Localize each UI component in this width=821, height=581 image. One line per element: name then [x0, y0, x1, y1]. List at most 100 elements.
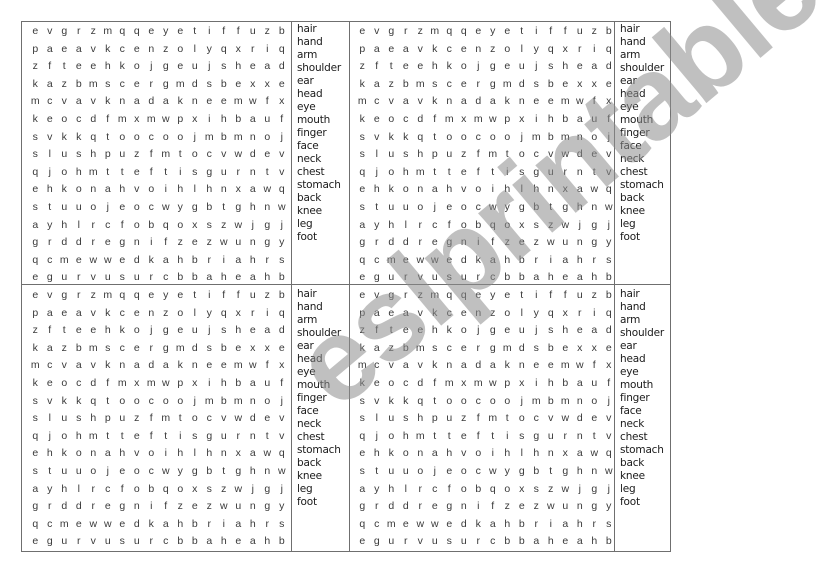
grid-letter: q [359, 165, 366, 178]
grid-letter: l [375, 412, 378, 425]
grid-letter: h [119, 183, 126, 196]
grid-letter: r [91, 218, 96, 231]
word-list-item: ear [297, 340, 314, 352]
grid-letter: e [388, 306, 395, 319]
grid-letter: b [504, 535, 511, 548]
grid-letter: i [477, 500, 480, 513]
grid-letter: r [77, 271, 81, 284]
grid-letter: h [61, 218, 68, 231]
grid-letter: u [119, 148, 126, 161]
grid-letter: r [418, 236, 423, 249]
grid-letter: a [460, 359, 467, 372]
grid-letter: h [547, 113, 554, 125]
grid-letter: c [148, 465, 154, 477]
grid-letter: x [250, 77, 256, 90]
grid-letter: e [133, 165, 140, 178]
grid-letter: h [46, 183, 53, 196]
grid-letter: a [46, 306, 53, 319]
grid-letter: d [576, 412, 583, 425]
grid-letter: u [235, 500, 242, 513]
grid-letter: k [359, 377, 365, 389]
word-list-item: arm [297, 314, 318, 326]
grid-letter: k [388, 130, 394, 143]
grid-letter: u [61, 535, 68, 548]
grid-letter: a [402, 306, 409, 319]
grid-letter: h [591, 535, 598, 548]
grid-letter: c [148, 201, 154, 213]
grid-letter: o [417, 465, 424, 477]
grid-letter: u [388, 271, 395, 284]
grid-letter: c [374, 359, 380, 372]
grid-letter: b [148, 218, 155, 231]
grid-letter: v [606, 165, 612, 178]
grid-letter: b [278, 271, 285, 284]
grid-letter: s [606, 517, 612, 530]
grid-letter: f [222, 25, 226, 37]
grid-letter: a [249, 377, 256, 389]
grid-letter: n [90, 183, 97, 196]
grid-letter: g [46, 535, 53, 548]
grid-letter: e [32, 289, 39, 301]
grid-letter: h [533, 183, 540, 196]
grid-letter: d [61, 236, 68, 249]
grid-letter: a [75, 306, 82, 319]
grid-letter: k [388, 183, 394, 196]
grid-letter: q [417, 394, 424, 407]
grid-letter: g [32, 236, 39, 249]
grid-letter: m [473, 377, 483, 389]
grid-letter: s [76, 412, 82, 425]
grid-letter: v [47, 130, 53, 143]
grid-letter: n [249, 394, 256, 407]
grid-letter: q [278, 183, 285, 196]
grid-letter: a [489, 517, 496, 530]
grid-letter: w [161, 201, 170, 213]
grid-letter: s [606, 253, 612, 266]
grid-letter: k [359, 113, 365, 125]
grid-letter: u [388, 412, 395, 425]
grid-letter: o [388, 165, 395, 178]
grid-letter: t [265, 429, 269, 442]
grid-letter: h [388, 482, 395, 495]
grid-letter: e [460, 42, 467, 55]
grid-letter: s [32, 394, 38, 407]
grid-letter: o [264, 130, 271, 143]
grid-letter: h [576, 517, 583, 530]
grid-letter: u [133, 535, 140, 548]
grid-letter: m [488, 412, 498, 425]
grid-letter: m [59, 253, 69, 266]
word-list-item: chest [620, 431, 648, 443]
grid-letter: m [430, 25, 440, 37]
grid-letter: c [446, 77, 452, 90]
word-list-item: mouth [297, 114, 331, 126]
grid-letter: a [431, 447, 438, 460]
grid-letter: m [444, 377, 454, 389]
grid-letter: k [504, 95, 510, 108]
grid-letter: j [477, 60, 480, 73]
grid-letter: i [164, 447, 167, 460]
grid-letter: m [146, 377, 156, 389]
grid-letter: g [518, 465, 525, 477]
grid-letter: e [591, 148, 598, 161]
grid-letter: e [278, 77, 285, 90]
grid-letter: x [235, 306, 241, 319]
grid-letter: c [76, 377, 82, 389]
grid-letter: p [32, 306, 39, 319]
grid-letter: r [48, 500, 52, 513]
grid-letter: z [90, 25, 96, 37]
grid-letter: d [605, 324, 612, 337]
grid-letter: s [119, 535, 125, 548]
grid-letter: e [576, 324, 583, 337]
grid-letter: u [518, 60, 525, 73]
grid-letter: w [488, 377, 497, 389]
grid-letter: j [607, 218, 610, 231]
grid-letter: b [75, 341, 82, 354]
grid-letter: k [61, 130, 67, 143]
grid-letter: c [119, 341, 125, 354]
grid-letter: e [460, 165, 467, 178]
grid-letter: n [547, 183, 554, 196]
grid-letter: i [491, 183, 494, 196]
grid-letter: t [62, 60, 66, 73]
grid-letter: g [373, 535, 380, 548]
grid-letter: e [359, 25, 366, 37]
grid-letter: h [562, 60, 569, 73]
